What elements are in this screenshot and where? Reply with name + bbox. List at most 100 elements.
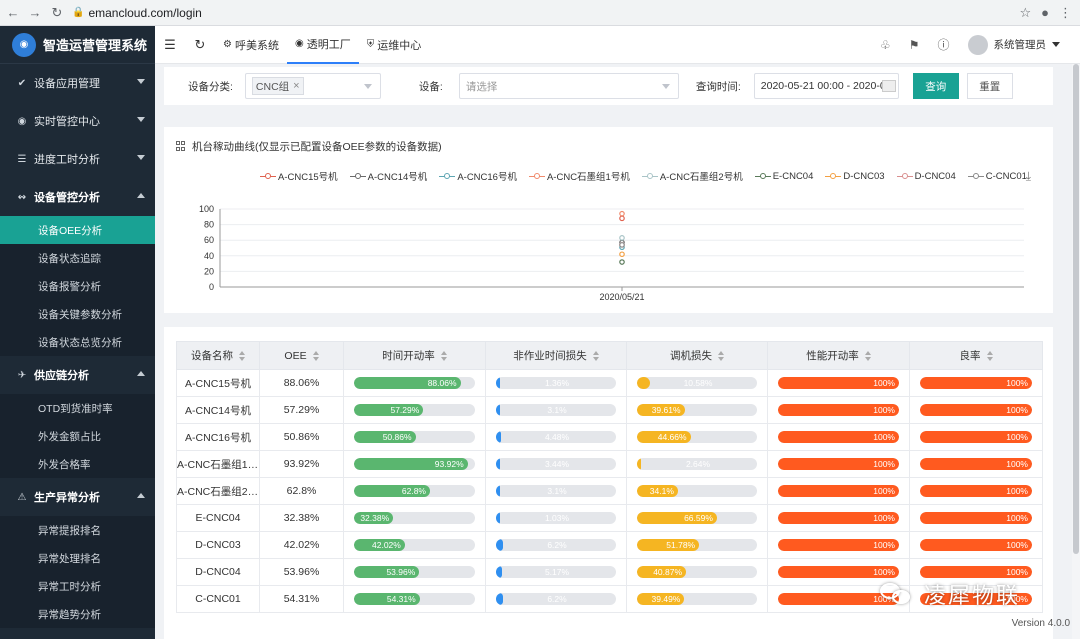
sort-icon[interactable] <box>718 351 724 362</box>
legend-item[interactable]: A-CNC15号机 <box>260 169 338 183</box>
sidebar-group-5[interactable]: ⚠ 生产异常分析 <box>0 478 155 516</box>
table-row[interactable]: E-CNC04 32.38% 32.38% 1.03% 66.59% 100% 100% <box>176 504 1043 532</box>
sidebar-group-0[interactable]: ✔ 设备应用管理 <box>0 64 155 102</box>
adjust-cell: 10.58% <box>626 369 768 397</box>
progress-label: 57.29% <box>390 405 420 415</box>
progress-fill: 88.06% <box>354 377 461 389</box>
tag-icon[interactable]: ⚑ <box>909 38 920 52</box>
progress-track: 3.44% <box>496 458 616 470</box>
bell-icon[interactable]: ♧ <box>880 38 891 52</box>
sort-icon[interactable] <box>239 351 245 362</box>
table-row[interactable]: D-CNC03 42.02% 42.02% 6.2% 51.78% 100% 100% <box>176 531 1043 559</box>
browser-menu-icon[interactable]: ⋮ <box>1059 5 1072 21</box>
query-button[interactable]: 查询 <box>912 73 959 99</box>
sidebar-item[interactable]: 异常处理排名 <box>0 544 155 572</box>
address-bar[interactable]: 🔒 emancloud.com/login <box>72 3 1019 23</box>
column-header[interactable]: 时间开动率 <box>343 341 486 370</box>
legend-item[interactable]: A-CNC14号机 <box>349 169 427 183</box>
legend-item[interactable]: A-CNC石墨组2号机 <box>641 169 743 183</box>
sidebar-item[interactable]: 设备关键参数分析 <box>0 300 155 328</box>
legend-item[interactable]: A-CNC石墨组1号机 <box>528 169 630 183</box>
bookmark-star-icon[interactable]: ☆ <box>1019 5 1031 21</box>
legend-item[interactable]: E-CNC04 <box>754 169 813 183</box>
non_work-cell: 4.48% <box>485 423 627 451</box>
table-row[interactable]: A-CNC石墨组2号机 62.8% 62.8% 3.1% 34.1% 100% 100% <box>176 477 1043 505</box>
table-row[interactable]: A-CNC14号机 57.29% 57.29% 3.1% 39.61% 100% 100% <box>176 396 1043 424</box>
category-select[interactable]: CNC组 × <box>244 73 381 99</box>
progress-label: 51.78% <box>666 540 696 550</box>
forward-icon[interactable]: → <box>26 4 44 22</box>
sidebar-item[interactable]: 设备OEE分析 <box>0 216 155 244</box>
time-label: 查询时间: <box>695 80 741 93</box>
sort-icon[interactable] <box>312 350 319 361</box>
tab-ops-center[interactable]: ⛨ 运维中心 <box>359 26 430 64</box>
sidebar-item[interactable]: 外发金额占比 <box>0 422 155 450</box>
scroll-thumb[interactable] <box>1073 64 1079 554</box>
chevron-up-icon <box>137 493 145 498</box>
table-row[interactable]: A-CNC15号机 88.06% 88.06% 1.36% 10.58% 100% 100% <box>176 369 1043 397</box>
legend-item[interactable]: A-CNC16号机 <box>439 169 517 183</box>
reset-button[interactable]: 重置 <box>966 73 1013 99</box>
column-header[interactable]: OEE <box>259 341 344 370</box>
sort-icon[interactable] <box>986 351 993 362</box>
sidebar-group-4[interactable]: ✈ 供应链分析 <box>0 356 155 394</box>
sidebar-item[interactable]: 设备状态总览分析 <box>0 328 155 356</box>
legend-item[interactable]: D-CNC03 <box>825 169 885 183</box>
sidebar-item[interactable]: OTD到货准时率 <box>0 394 155 422</box>
oee-cell: 93.92% <box>259 450 344 478</box>
info-icon[interactable]: ⓘ <box>937 36 949 53</box>
column-header[interactable]: 调机损失 <box>626 341 768 370</box>
sidebar-group-1[interactable]: ◉ 实时管控中心 <box>0 102 155 140</box>
download-icon[interactable]: ⤓ <box>1026 169 1031 184</box>
progress-label: 5.17% <box>544 567 570 577</box>
column-header[interactable]: 非作业时间损失 <box>485 341 627 370</box>
progress-label: 100% <box>873 405 895 415</box>
column-header-label: 非作业时间损失 <box>513 350 587 362</box>
close-icon[interactable]: × <box>293 80 299 92</box>
back-icon[interactable]: ← <box>4 4 22 22</box>
progress-label: 100% <box>873 378 895 388</box>
progress-label: 1.03% <box>544 513 570 523</box>
profile-icon[interactable]: ● <box>1041 5 1049 20</box>
legend-item[interactable]: D-CNC04 <box>896 169 956 183</box>
sort-icon[interactable] <box>440 351 447 362</box>
table-row[interactable]: A-CNC16号机 50.86% 50.86% 4.48% 44.66% 100% 100% <box>176 423 1043 451</box>
sidebar-item[interactable]: 外发合格率 <box>0 450 155 478</box>
sidebar-group-2[interactable]: ☰ 进度工时分析 <box>0 140 155 178</box>
perf-cell: 100% <box>767 504 910 532</box>
adjust-cell: 44.66% <box>626 423 768 451</box>
sidebar-item[interactable]: 异常趋势分析 <box>0 600 155 628</box>
progress-fill: 39.61% <box>637 404 685 416</box>
time-range-input[interactable]: 2020-05-21 00:00 - 2020-0 <box>753 73 899 99</box>
column-header[interactable]: 设备名称 <box>176 341 260 370</box>
sidebar-item[interactable]: 设备状态追踪 <box>0 244 155 272</box>
tab-transparent-factory[interactable]: ◉ 透明工厂 <box>286 26 359 64</box>
legend-marker <box>439 172 456 180</box>
perf-cell: 100% <box>767 423 910 451</box>
user-menu[interactable]: 系统管理员 <box>967 34 1060 55</box>
reload-icon[interactable]: ↻ <box>48 4 66 22</box>
column-header[interactable]: 性能开动率 <box>767 341 910 370</box>
page-scrollbar[interactable] <box>1072 64 1080 639</box>
legend-label: A-CNC石墨组1号机 <box>546 172 630 183</box>
progress-label: 3.44% <box>544 459 570 469</box>
chevron-up-icon <box>137 193 145 198</box>
progress-fill: 100% <box>778 485 899 497</box>
table-row[interactable]: A-CNC石墨组1号机 93.92% 93.92% 3.44% 2.64% 100% 100… <box>176 450 1043 478</box>
sidebar-item[interactable]: 设备报警分析 <box>0 272 155 300</box>
sort-icon[interactable] <box>864 351 871 362</box>
menu-toggle-icon[interactable]: ☰ <box>155 37 185 53</box>
sort-icon[interactable] <box>592 351 599 362</box>
app-header: ☰ ↻ ⚙ 呼美系统 ◉ 透明工厂 ⛨ 运维中心 ♧ ⚑ ⓘ 系统管理员 <box>155 26 1080 64</box>
sidebar-item[interactable]: 异常工时分析 <box>0 572 155 600</box>
refresh-icon[interactable]: ↻ <box>185 37 215 53</box>
tab-humei[interactable]: ⚙ 呼美系统 <box>215 26 287 64</box>
legend-item[interactable]: C-CNC01 <box>967 169 1027 183</box>
non_work-cell: 5.17% <box>485 558 627 586</box>
sidebar-item[interactable]: 异常提报排名 <box>0 516 155 544</box>
device-select[interactable]: 请选择 <box>458 73 679 99</box>
yield-cell: 100% <box>909 369 1043 397</box>
chevron-up-icon <box>137 371 145 376</box>
sidebar-group-3[interactable]: ↭ 设备管控分析 <box>0 178 155 216</box>
column-header[interactable]: 良率 <box>909 341 1043 370</box>
